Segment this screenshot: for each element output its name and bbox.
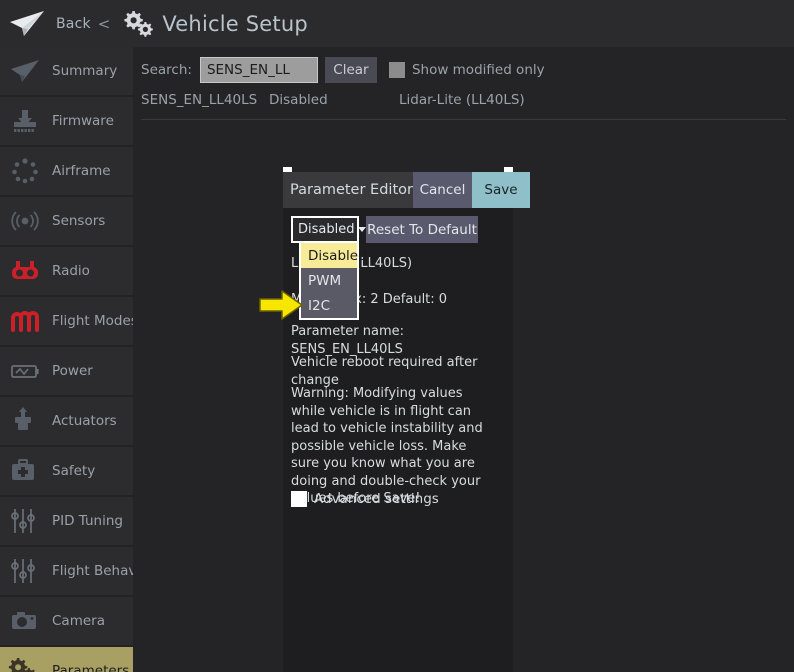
param-value: Disabled <box>269 92 328 108</box>
search-label: Search: <box>141 62 192 78</box>
combobox-option-pwm[interactable]: PWM <box>301 268 357 293</box>
sidebar-item-camera[interactable]: Camera <box>0 597 133 645</box>
sidebar-item-firmware[interactable]: Firmware <box>0 97 133 145</box>
param-name: SENS_EN_LL40LS <box>141 92 258 108</box>
sidebar-item-label: Camera <box>52 613 105 629</box>
sidebar-item-label: Flight Modes <box>52 313 138 329</box>
sidebar-item-label: Summary <box>52 63 118 79</box>
dialog-warning-text: Warning: Modifying values while vehicle … <box>291 386 483 506</box>
sidebar-item-label: Safety <box>52 463 96 479</box>
cancel-button[interactable]: Cancel <box>412 172 472 208</box>
flight-modes-wave-icon <box>11 311 39 332</box>
right-arrow-pointer-icon <box>259 290 303 320</box>
search-input-value: SENS_EN_LL <box>206 62 290 78</box>
sidebar-item-safety[interactable]: Safety <box>0 447 133 495</box>
parameter-value-combobox[interactable]: Disabled Disabled PWM I2C <box>291 216 367 320</box>
sidebar-item-label: Sensors <box>52 213 106 229</box>
app-header: Back < Vehicle Setup <box>0 0 794 47</box>
sidebar-item-flight-modes[interactable]: Flight Modes <box>0 297 138 345</box>
combobox-dropdown-list[interactable]: Disabled PWM I2C <box>299 243 367 320</box>
sidebar-item-airframe[interactable]: Airframe <box>0 147 133 195</box>
radio-controller-icon <box>12 261 38 279</box>
reset-to-default-button[interactable]: Reset To Default <box>366 216 478 243</box>
app-root: Back < Vehicle Setup Summary Firmware Ai… <box>0 0 794 672</box>
dialog-title: Parameter Editor <box>283 172 413 208</box>
combobox-selected-value: Disabled <box>298 222 355 237</box>
combobox-button[interactable]: Disabled <box>291 216 367 243</box>
combobox-option-i2c[interactable]: I2C <box>301 293 357 318</box>
safety-medkit-icon <box>12 459 34 480</box>
sliders-icon <box>11 559 35 583</box>
sidebar-item-actuators[interactable]: Actuators <box>0 397 133 445</box>
gears-icon <box>124 10 154 37</box>
sidebar-item-label: Parameters <box>52 663 130 672</box>
dialog-reboot-notice-text: Vehicle reboot required after change <box>291 355 478 388</box>
show-modified-only-label: Show modified only <box>411 62 545 78</box>
show-modified-only-checkbox[interactable]: Show modified only <box>388 62 545 78</box>
param-description: Lidar-Lite (LL40LS) <box>399 92 525 108</box>
sidebar-item-power[interactable]: Power <box>0 347 133 395</box>
sidebar-item-label: Power <box>52 363 93 379</box>
page-title: Vehicle Setup <box>162 11 308 36</box>
advanced-settings-label: Advanced settings <box>314 491 439 507</box>
paper-plane-icon[interactable] <box>8 8 48 40</box>
save-button[interactable]: Save <box>471 172 530 208</box>
gears-icon <box>8 658 35 672</box>
sidebar-item-label: Actuators <box>52 413 117 429</box>
combobox-option-disabled[interactable]: Disabled <box>301 243 367 268</box>
back-chevron-icon[interactable]: < <box>98 15 111 33</box>
sidebar-item-label: Firmware <box>52 113 114 129</box>
checkbox-box-icon <box>388 62 405 78</box>
battery-power-icon <box>11 365 39 378</box>
sensors-waves-icon <box>11 211 39 231</box>
sidebar-item-parameters[interactable]: Parameters <box>0 647 133 672</box>
sidebar-item-summary[interactable]: Summary <box>0 47 133 95</box>
sidebar-item-pid-tuning[interactable]: PID Tuning <box>0 497 133 545</box>
sidebar-item-label: Radio <box>52 263 90 279</box>
advanced-settings-checkbox[interactable]: Advanced settings <box>291 491 439 507</box>
chevron-down-icon <box>358 227 367 232</box>
clear-button[interactable]: Clear <box>324 57 377 83</box>
setup-sidebar: Summary Firmware Airframe Sensors Radio … <box>0 47 154 672</box>
sidebar-item-label: PID Tuning <box>52 513 123 529</box>
sidebar-item-sensors[interactable]: Sensors <box>0 197 133 245</box>
dialog-parameter-name-text: Parameter name: SENS_EN_LL40LS <box>291 324 405 357</box>
sidebar-item-radio[interactable]: Radio <box>0 247 133 295</box>
checkbox-box-icon <box>291 491 307 507</box>
actuator-motor-icon <box>15 407 31 430</box>
firmware-download-icon <box>14 110 36 132</box>
dialog-titlebar: Parameter Editor Cancel Save <box>283 172 530 208</box>
sidebar-item-label: Airframe <box>52 163 111 179</box>
row-separator <box>141 119 786 120</box>
sidebar-item-flight-behavior[interactable]: Flight Behavior <box>0 547 154 595</box>
airframe-rotors-icon <box>12 158 38 184</box>
search-row: Search: SENS_EN_LL Clear Show modified o… <box>141 57 545 83</box>
back-button-label[interactable]: Back <box>56 16 91 32</box>
search-input[interactable]: SENS_EN_LL <box>199 57 318 83</box>
sliders-icon <box>11 509 35 533</box>
camera-icon <box>12 612 36 629</box>
table-row[interactable]: SENS_EN_LL40LS Disabled Lidar-Lite (LL40… <box>141 90 786 117</box>
paper-plane-icon <box>11 60 39 82</box>
